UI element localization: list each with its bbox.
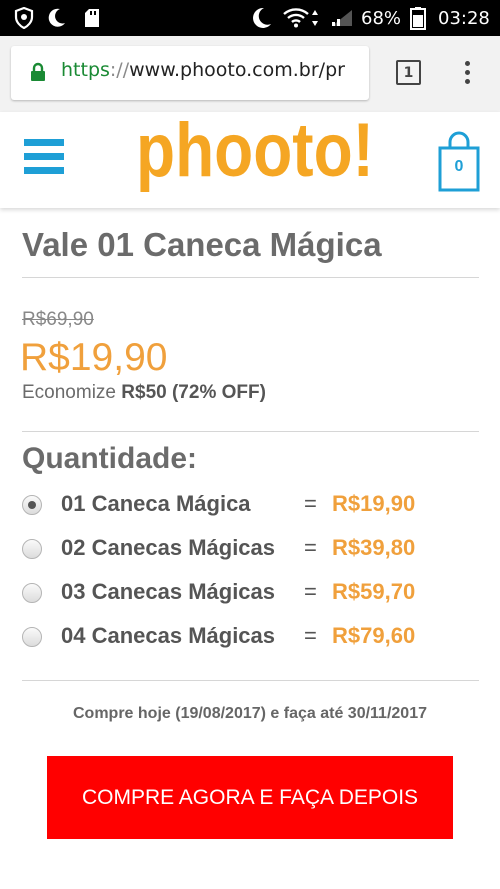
equals-sign: = — [304, 535, 317, 560]
savings-text: Economize R$50 (72% OFF) — [22, 382, 266, 403]
radio-button[interactable] — [22, 539, 42, 559]
tab-count: 1 — [403, 64, 414, 81]
quantity-option-1[interactable]: 01 Caneca Mágica = R$19,90 — [0, 484, 500, 528]
purchase-notice: Compre hoje (19/08/2017) e faça até 30/1… — [73, 705, 427, 722]
svg-text:phooto!: phooto! — [136, 114, 374, 193]
equals-sign: = — [304, 491, 317, 516]
option-price: R$39,80 — [332, 535, 416, 560]
savings-value: R$50 (72% OFF) — [121, 382, 266, 403]
clock: 03:28 — [438, 7, 490, 29]
sd-card-icon — [84, 0, 100, 36]
wifi-icon — [283, 0, 309, 36]
equals-sign: = — [304, 623, 317, 648]
option-price: R$59,70 — [332, 579, 416, 604]
radio-button[interactable] — [22, 583, 42, 603]
quantity-option-3[interactable]: 03 Canecas Mágicas = R$59,70 — [0, 572, 500, 616]
option-label: 02 Canecas Mágicas — [61, 535, 276, 560]
address-bar[interactable]: https://www.phooto.com.br/pr — [11, 46, 369, 100]
product-title: Vale 01 Caneca Mágica — [22, 226, 382, 263]
quantity-option-4[interactable]: 04 Canecas Mágicas = R$79,60 — [0, 616, 500, 660]
option-label: 01 Caneca Mágica — [61, 491, 251, 516]
option-price: R$79,60 — [332, 623, 416, 648]
url-text: https://www.phooto.com.br/pr — [61, 59, 345, 81]
radio-button-selected[interactable] — [22, 495, 42, 515]
battery-icon — [410, 0, 426, 36]
shopping-bag-icon[interactable]: 0 — [437, 130, 481, 192]
old-price: R$69,90 — [22, 309, 94, 330]
option-label: 03 Canecas Mágicas — [61, 579, 276, 604]
battery-percent: 68% — [361, 7, 402, 29]
moon-icon-2 — [250, 0, 272, 36]
status-bar: 68% 03:28 — [0, 0, 500, 36]
signal-icon — [330, 0, 354, 36]
site-header: phooto! 0 — [0, 112, 500, 208]
phooto-logo[interactable]: phooto! — [136, 114, 376, 206]
quantity-label: Quantidade: — [22, 442, 198, 475]
lock-icon — [31, 62, 45, 81]
tab-switcher-button[interactable]: 1 — [396, 60, 421, 85]
quantity-option-2[interactable]: 02 Canecas Mágicas = R$39,80 — [0, 528, 500, 572]
divider — [22, 431, 479, 432]
equals-sign: = — [304, 579, 317, 604]
data-arrows-icon — [311, 0, 319, 36]
divider — [22, 680, 479, 681]
divider — [22, 277, 479, 278]
option-price: R$19,90 — [332, 491, 416, 516]
menu-icon[interactable] — [24, 139, 64, 177]
new-price: R$19,90 — [20, 336, 168, 379]
browser-toolbar: https://www.phooto.com.br/pr 1 — [0, 36, 500, 112]
option-label: 04 Canecas Mágicas — [61, 623, 276, 648]
shield-icon — [14, 0, 34, 36]
buy-now-button[interactable]: COMPRE AGORA E FAÇA DEPOIS — [47, 756, 453, 839]
cart-count: 0 — [454, 158, 464, 175]
browser-menu-icon[interactable] — [456, 59, 480, 87]
moon-icon — [48, 0, 66, 36]
radio-button[interactable] — [22, 627, 42, 647]
